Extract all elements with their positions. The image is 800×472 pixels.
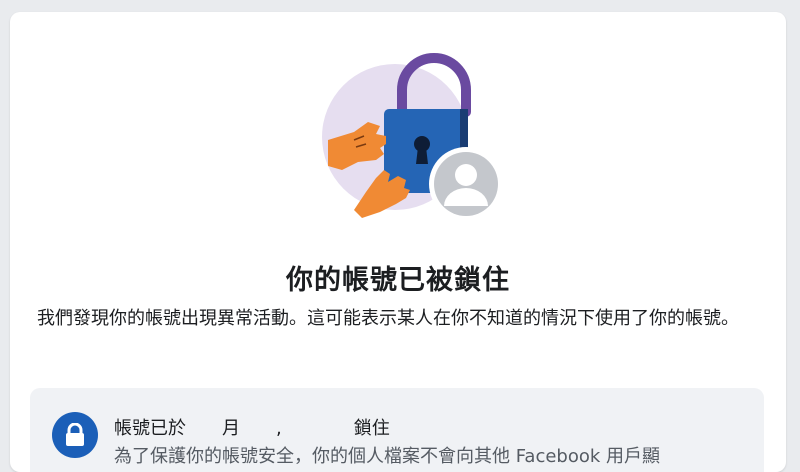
notice-title: 帳號已於 月 , 鎖住 [114, 418, 390, 439]
notice-body: 為了保護你的帳號安全，你的個人檔案不會向其他 Facebook 用戶顯 [114, 446, 661, 467]
page-title: 你的帳號已被鎖住 [286, 265, 510, 296]
page-description: 我們發現你的帳號出現異常活動。這可能表示某人在你不知道的情況下使用了你的帳號。 [37, 308, 739, 329]
locked-account-illustration [322, 53, 503, 221]
lock-icon [52, 412, 98, 458]
lock-notice-box: 帳號已於 月 , 鎖住 為了保護你的帳號安全，你的個人檔案不會向其他 Faceb… [30, 388, 764, 472]
locked-account-card: 你的帳號已被鎖住 我們發現你的帳號出現異常活動。這可能表示某人在你不知道的情況下… [10, 12, 786, 472]
